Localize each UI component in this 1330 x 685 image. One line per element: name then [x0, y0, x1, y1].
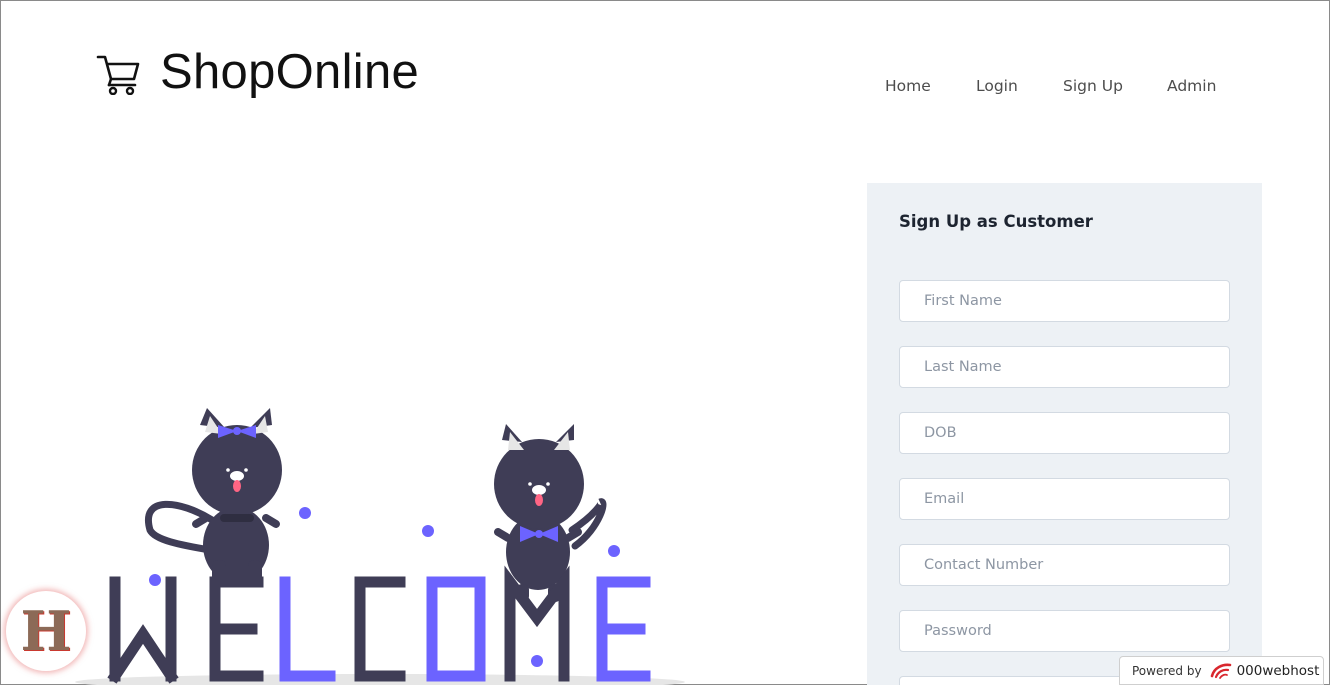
powered-by-banner[interactable]: Powered by 000webhost: [1119, 656, 1324, 685]
nav-signup[interactable]: Sign Up: [1063, 77, 1123, 95]
powered-by-brand: 000webhost: [1236, 662, 1320, 679]
nav-login[interactable]: Login: [976, 77, 1018, 95]
main-nav: Home Login Sign Up Admin: [0, 77, 1330, 99]
powered-by-label: Powered by: [1132, 663, 1202, 678]
site-badge[interactable]: H: [6, 591, 86, 671]
signup-title: Sign Up as Customer: [899, 212, 1093, 231]
last-name-input[interactable]: [899, 346, 1230, 388]
welcome-cats-illustration: [75, 408, 685, 685]
nav-admin[interactable]: Admin: [1167, 77, 1216, 95]
email-input[interactable]: [899, 478, 1230, 520]
contact-number-input[interactable]: [899, 544, 1230, 586]
nav-home[interactable]: Home: [885, 77, 931, 95]
dob-input[interactable]: [899, 412, 1230, 454]
signup-panel: Sign Up as Customer: [867, 183, 1262, 685]
badge-letter: H: [20, 599, 72, 663]
password-input[interactable]: [899, 610, 1230, 652]
webhost-logo-icon: [1210, 663, 1231, 679]
first-name-input[interactable]: [899, 280, 1230, 322]
